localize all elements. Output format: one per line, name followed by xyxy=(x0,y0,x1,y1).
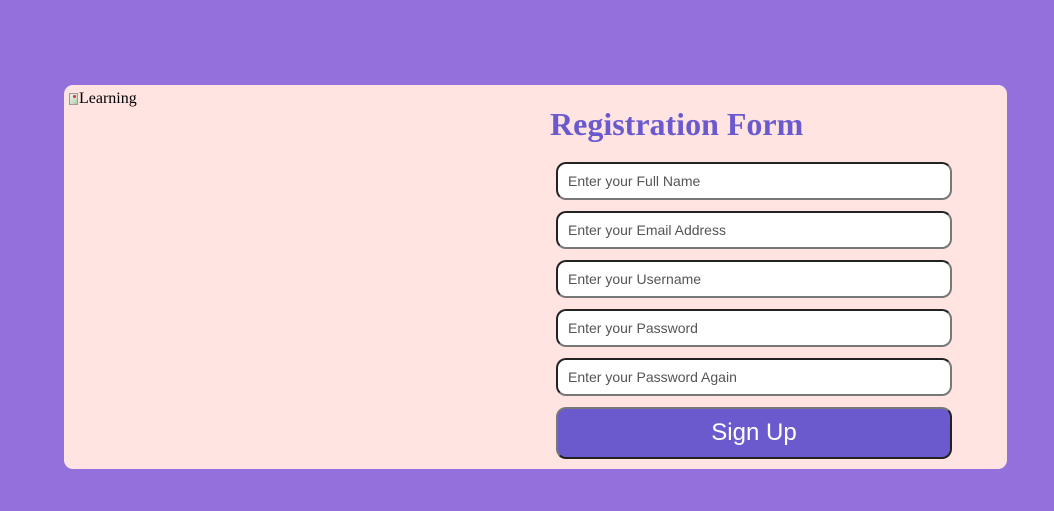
password-input[interactable] xyxy=(556,309,952,347)
username-input[interactable] xyxy=(556,260,952,298)
learning-image: Learning xyxy=(69,90,137,108)
email-input[interactable] xyxy=(556,211,952,249)
broken-image-icon xyxy=(69,93,78,105)
confirm-password-input[interactable] xyxy=(556,358,952,396)
form-title: Registration Form xyxy=(550,106,804,142)
image-alt-text: Learning xyxy=(79,90,137,107)
full-name-input[interactable] xyxy=(556,162,952,200)
registration-form: Registration Form Sign Up xyxy=(550,105,952,459)
sign-up-button[interactable]: Sign Up xyxy=(556,407,952,459)
registration-card: Learning Registration Form Sign Up xyxy=(64,85,1007,469)
